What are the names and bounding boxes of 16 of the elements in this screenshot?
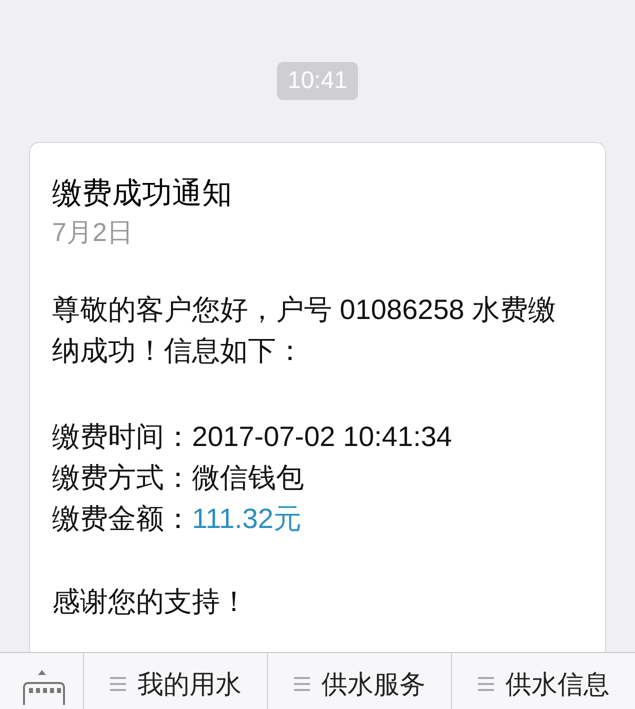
- menu-icon: [478, 677, 494, 691]
- menu-item[interactable]: 供水服务: [268, 653, 452, 709]
- message-title: 缴费成功通知: [52, 176, 233, 212]
- menu-item[interactable]: 供水信息: [452, 653, 635, 709]
- menu-icon: [294, 677, 310, 691]
- field-label: 缴费金额：: [52, 502, 192, 536]
- menu-item[interactable]: 我的用水: [84, 653, 268, 709]
- message-text: 感谢您的支持！: [52, 585, 249, 619]
- field-value: 微信钱包: [192, 461, 304, 495]
- field-label: 缴费方式：: [52, 461, 192, 495]
- message-text: 尊敬的客户您好，户号 01086258 水费缴纳成功！信息如下：: [52, 293, 558, 368]
- message-date: 7月2日: [52, 216, 134, 249]
- field-value: 2017-07-02 10:41:34: [192, 420, 452, 454]
- menu-icon: [110, 677, 126, 691]
- field-value: 111.32元: [192, 502, 302, 536]
- field-label: 缴费时间：: [52, 420, 192, 454]
